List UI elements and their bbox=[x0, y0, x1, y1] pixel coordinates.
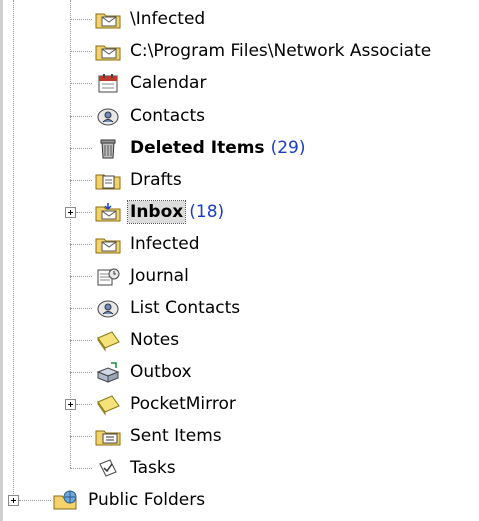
tree-item-deleted-items[interactable]: Deleted Items (29) bbox=[94, 133, 305, 163]
tree-branch bbox=[76, 404, 92, 405]
tree-item-label: Outbox bbox=[130, 362, 192, 382]
tree-item-label: Journal bbox=[130, 266, 189, 286]
sent-items-icon bbox=[94, 424, 122, 448]
tree-item-label: Contacts bbox=[130, 106, 205, 126]
mail-folder-icon bbox=[94, 7, 122, 31]
tree-item-infected[interactable]: Infected bbox=[94, 229, 202, 259]
tree-item-label: Public Folders bbox=[88, 490, 206, 510]
tree-item-label: PocketMirror bbox=[130, 394, 236, 414]
tree-item-label: Notes bbox=[130, 330, 180, 350]
tree-branch bbox=[70, 83, 92, 84]
tree-branch bbox=[70, 19, 92, 20]
tree-branch bbox=[19, 500, 51, 501]
notes-icon bbox=[94, 328, 122, 352]
inbox-icon bbox=[94, 200, 122, 224]
tree-item-tasks[interactable]: Tasks bbox=[94, 453, 178, 483]
tree-branch bbox=[76, 212, 92, 213]
trash-icon bbox=[94, 136, 122, 160]
tree-item-label: List Contacts bbox=[130, 298, 241, 318]
tree-line-root bbox=[13, 0, 14, 500]
tree-item-label: Drafts bbox=[130, 170, 182, 190]
tree-line-mailbox bbox=[70, 0, 71, 468]
tree-item-label: \Infected bbox=[130, 9, 206, 29]
tree-item-journal[interactable]: Journal bbox=[94, 261, 191, 291]
contacts-icon bbox=[94, 296, 122, 320]
unread-count: (18) bbox=[189, 202, 225, 222]
tree-branch bbox=[70, 308, 92, 309]
tree-item-drafts[interactable]: Drafts bbox=[94, 165, 184, 195]
tree-item-notes[interactable]: Notes bbox=[94, 325, 181, 355]
tree-item-sent-items[interactable]: Sent Items bbox=[94, 421, 224, 451]
contacts-icon bbox=[94, 104, 122, 128]
tree-item-label: Deleted Items bbox=[130, 138, 265, 158]
tree-item-label: Infected bbox=[130, 234, 200, 254]
tree-item-calendar[interactable]: Calendar bbox=[94, 68, 208, 98]
mail-folder-icon bbox=[94, 232, 122, 256]
calendar-icon bbox=[94, 71, 122, 95]
tree-branch bbox=[70, 51, 92, 52]
notes-icon bbox=[94, 392, 122, 416]
tree-item-label: Calendar bbox=[130, 73, 207, 93]
tree-branch bbox=[70, 180, 92, 181]
drafts-icon bbox=[94, 168, 122, 192]
tree-item-label: Tasks bbox=[130, 458, 176, 478]
tree-branch bbox=[70, 436, 92, 437]
tree-branch bbox=[70, 244, 92, 245]
tree-item-outbox[interactable]: Outbox bbox=[94, 357, 194, 387]
tree-branch bbox=[70, 116, 92, 117]
journal-icon bbox=[94, 264, 122, 288]
tree-branch bbox=[70, 468, 92, 469]
mail-folder-icon bbox=[94, 39, 122, 63]
tree-item-label: C:\Program Files\Network Associate bbox=[130, 41, 432, 61]
public-folders-expand-button[interactable] bbox=[8, 495, 19, 506]
left-border bbox=[0, 0, 3, 521]
tree-branch bbox=[70, 340, 92, 341]
tree-item-program-files[interactable]: C:\Program Files\Network Associate bbox=[94, 36, 433, 66]
pocketmirror-expand-button[interactable] bbox=[65, 399, 76, 410]
tree-item-inbox[interactable]: Inbox (18) bbox=[94, 197, 224, 227]
tree-branch bbox=[70, 372, 92, 373]
tasks-icon bbox=[94, 456, 122, 480]
tree-item-list-contacts[interactable]: List Contacts bbox=[94, 293, 242, 323]
outbox-icon bbox=[94, 360, 122, 384]
tree-branch bbox=[70, 276, 92, 277]
tree-item-infected-path[interactable]: \Infected bbox=[94, 4, 207, 34]
unread-count: (29) bbox=[270, 138, 306, 158]
inbox-expand-button[interactable] bbox=[65, 207, 76, 218]
tree-item-public-folders[interactable]: Public Folders bbox=[52, 485, 207, 515]
public-folders-icon bbox=[52, 488, 80, 512]
tree-item-label: Inbox bbox=[126, 200, 187, 224]
tree-item-pocketmirror[interactable]: PocketMirror bbox=[94, 389, 238, 419]
tree-item-contacts[interactable]: Contacts bbox=[94, 101, 207, 131]
tree-branch bbox=[70, 148, 92, 149]
tree-item-label: Sent Items bbox=[130, 426, 222, 446]
